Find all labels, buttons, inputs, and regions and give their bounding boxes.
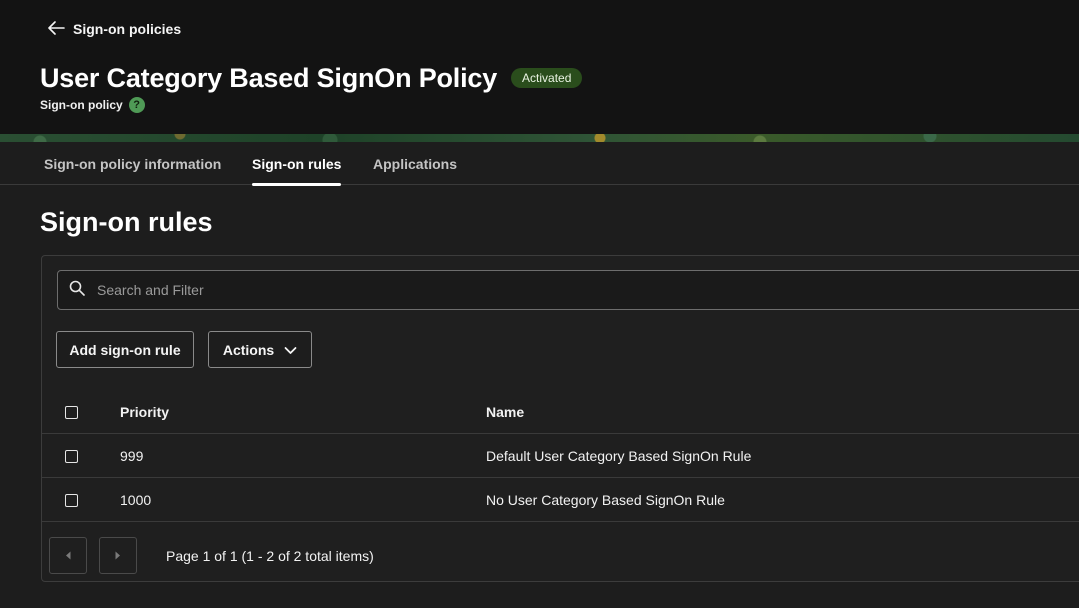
back-to-sign-on-policies-link[interactable]: Sign-on policies — [48, 19, 181, 39]
tab-sign-on-policy-information[interactable]: Sign-on policy information — [44, 142, 221, 185]
chevron-down-icon — [284, 342, 297, 358]
tab-sign-on-rules[interactable]: Sign-on rules — [252, 142, 342, 186]
table-row[interactable]: 1000 No User Category Based SignOn Rule — [42, 479, 1079, 522]
help-icon[interactable]: ? — [128, 97, 145, 113]
search-input[interactable] — [97, 271, 1079, 309]
decorative-banner — [0, 134, 1079, 142]
tab-bar: Sign-on policy information Sign-on rules… — [0, 142, 1079, 186]
tab-applications[interactable]: Applications — [373, 142, 457, 185]
add-sign-on-rule-label: Add sign-on rule — [69, 341, 181, 358]
section-title: Sign-on rules — [40, 207, 213, 237]
next-page-button[interactable] — [99, 537, 137, 574]
select-all-checkbox[interactable] — [65, 405, 78, 419]
actions-label: Actions — [222, 341, 275, 358]
page-header: Sign-on policies User Category Based Sig… — [0, 0, 1079, 134]
title-row: User Category Based SignOn Policy Activa… — [40, 60, 583, 96]
actions-menu-button[interactable]: Actions — [208, 331, 312, 368]
search-box[interactable] — [57, 270, 1079, 310]
previous-page-button[interactable] — [49, 537, 87, 574]
row-checkbox[interactable] — [65, 493, 78, 507]
pagination-status: Page 1 of 1 (1 - 2 of 2 total items) — [166, 548, 374, 564]
name-cell[interactable]: Default User Category Based SignOn Rule — [486, 448, 751, 464]
page-subtitle: Sign-on policy — [40, 98, 123, 112]
table-row[interactable]: 999 Default User Category Based SignOn R… — [42, 435, 1079, 478]
priority-cell: 999 — [120, 448, 144, 464]
priority-cell: 1000 — [120, 492, 152, 508]
arrow-left-icon — [48, 20, 65, 38]
name-cell[interactable]: No User Category Based SignOn Rule — [486, 492, 725, 508]
column-header-priority[interactable]: Priority — [120, 404, 169, 420]
status-badge: Activated — [511, 68, 583, 88]
subtitle-row: Sign-on policy ? — [40, 96, 145, 114]
back-link-label: Sign-on policies — [73, 21, 182, 37]
chevron-right-icon — [115, 547, 121, 565]
page-title: User Category Based SignOn Policy — [40, 62, 498, 93]
add-sign-on-rule-button[interactable]: Add sign-on rule — [56, 331, 194, 368]
chevron-left-icon — [65, 547, 71, 565]
table-header-row: Priority Name — [42, 391, 1079, 434]
rules-panel: Add sign-on rule Actions Priority Name 9… — [41, 255, 1079, 582]
row-checkbox[interactable] — [65, 449, 78, 463]
column-header-name[interactable]: Name — [486, 404, 524, 420]
search-icon — [58, 280, 85, 301]
